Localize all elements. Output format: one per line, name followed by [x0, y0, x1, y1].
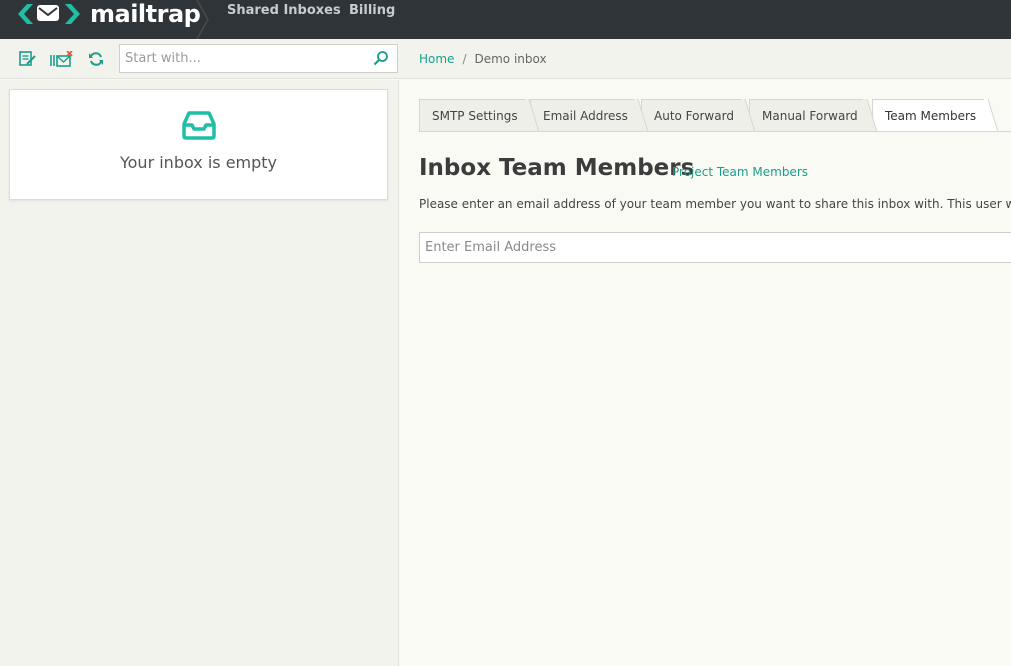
nav-shared-inboxes[interactable]: Shared Inboxes — [227, 3, 341, 18]
breadcrumb-home[interactable]: Home — [419, 52, 454, 66]
tabs-underline — [419, 131, 1011, 132]
search-input[interactable] — [120, 45, 360, 72]
search-icon[interactable] — [373, 50, 389, 66]
tab-divider — [634, 99, 648, 132]
tab-label: Email Address — [543, 109, 628, 123]
brand-name: mailtrap — [90, 0, 201, 28]
tab-manual-forward[interactable]: Manual Forward — [749, 99, 867, 131]
toolbar: Home / Demo inbox — [0, 39, 1011, 79]
tab-smtp-settings[interactable]: SMTP Settings — [419, 99, 529, 131]
nav-divider — [196, 0, 209, 39]
breadcrumb-current: Demo inbox — [474, 52, 547, 66]
tab-divider — [863, 99, 877, 132]
tab-label: SMTP Settings — [432, 109, 518, 123]
tab-divider — [984, 99, 998, 132]
refresh-icon[interactable] — [88, 51, 104, 67]
tab-label: Team Members — [885, 109, 977, 123]
inbox-settings-tabs: SMTP Settings Email Address Auto Forward… — [419, 99, 1011, 132]
team-members-description: Please enter an email address of your te… — [419, 197, 1011, 211]
email-field-wrapper — [419, 232, 1011, 263]
top-navbar: mailtrap Shared Inboxes Billing — [0, 0, 1011, 39]
project-team-members-link[interactable]: Project Team Members — [672, 165, 808, 179]
message-list-panel: Your inbox is empty — [0, 80, 399, 666]
nav-billing[interactable]: Billing — [349, 3, 395, 18]
tab-divider — [741, 99, 755, 132]
tab-label: Manual Forward — [762, 109, 858, 123]
tab-divider — [525, 99, 539, 132]
mailtrap-logo-icon — [18, 4, 80, 24]
tab-team-members[interactable]: Team Members — [872, 99, 987, 132]
tab-auto-forward[interactable]: Auto Forward — [641, 99, 745, 131]
breadcrumb: Home / Demo inbox — [419, 52, 547, 66]
edit-inbox-icon[interactable] — [18, 51, 38, 67]
breadcrumb-separator: / — [462, 52, 467, 66]
mailtrap-logo[interactable]: mailtrap — [18, 0, 201, 28]
empty-inbox-card: Your inbox is empty — [9, 89, 388, 200]
empty-inbox-message: Your inbox is empty — [119, 153, 278, 172]
search-box — [119, 44, 398, 73]
tab-email-address[interactable]: Email Address — [530, 99, 638, 131]
email-field[interactable] — [420, 233, 1011, 262]
tab-label: Auto Forward — [654, 109, 734, 123]
inbox-icon — [182, 111, 216, 140]
page-title: Inbox Team Members — [419, 155, 695, 181]
clear-inbox-icon[interactable] — [50, 51, 74, 67]
